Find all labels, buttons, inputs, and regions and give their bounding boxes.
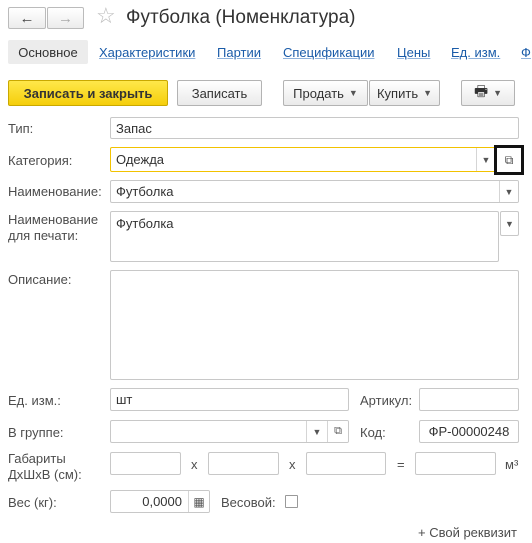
group-field[interactable]: ▼ ⧉ [110, 420, 349, 443]
weight-value: 0,0000 [142, 494, 182, 509]
window-title: Футболка (Номенклатура) [126, 7, 356, 28]
type-label: Тип: [8, 121, 34, 136]
open-form-icon: ⧉ [504, 152, 514, 167]
length-field[interactable] [110, 452, 181, 475]
dimensions-label: Габариты ДхШхВ (см): [8, 451, 82, 483]
category-label: Категория: [8, 153, 73, 168]
description-label: Описание: [8, 272, 72, 287]
buy-dropdown-caret-icon: ▼ [423, 88, 433, 98]
article-field[interactable] [419, 388, 519, 411]
sell-button[interactable]: Продать ▼ [283, 80, 368, 106]
article-label: Артикул: [360, 393, 413, 408]
tab-batches[interactable]: Партии [217, 45, 261, 60]
tab-specifications[interactable]: Спецификации [283, 45, 375, 60]
print-name-dropdown-button[interactable]: ▼ [500, 211, 519, 236]
unit-label: Ед. изм.: [8, 393, 61, 408]
code-field[interactable]: ФР-00000248 [419, 420, 519, 443]
back-arrow-icon: ← [19, 9, 35, 27]
print-name-dropdown-icon: ▼ [505, 218, 514, 229]
category-field[interactable]: Одежда ▼ [110, 147, 496, 172]
height-field[interactable] [306, 452, 386, 475]
back-button[interactable]: ← [8, 7, 46, 29]
print-name-label-line2: для печати: [8, 228, 79, 243]
name-label: Наименование: [8, 184, 102, 199]
tab-main[interactable]: Основное [8, 40, 88, 64]
volume-equals: = [397, 457, 405, 472]
group-open-icon[interactable]: ⧉ [327, 421, 348, 442]
weight-label: Вес (кг): [8, 495, 57, 510]
tab-characteristics[interactable]: Характеристики [99, 45, 195, 60]
dimensions-label-line1: Габариты [8, 451, 66, 466]
print-dropdown-caret-icon: ▼ [493, 88, 503, 98]
print-name-label-line1: Наименование [8, 212, 99, 227]
add-attribute-link[interactable]: + Свой реквизит [418, 525, 517, 540]
volume-unit: м³ [505, 457, 519, 472]
buy-label: Купить [376, 85, 419, 101]
group-label: В группе: [8, 425, 64, 440]
tab-units[interactable]: Ед. изм. [451, 45, 500, 60]
print-name-value: Футболка [116, 216, 174, 231]
category-dropdown-icon[interactable]: ▼ [476, 148, 495, 171]
category-value: Одежда [116, 152, 165, 167]
sell-dropdown-caret-icon: ▼ [348, 88, 358, 98]
forward-button[interactable]: → [47, 7, 84, 29]
tab-prices[interactable]: Цены [397, 45, 430, 60]
name-field[interactable]: Футболка ▼ [110, 180, 519, 203]
width-field[interactable] [208, 452, 279, 475]
weighted-checkbox[interactable] [285, 495, 298, 508]
print-name-field[interactable]: Футболка [110, 211, 499, 262]
length-width-separator: x [191, 457, 198, 472]
calculator-icon[interactable]: ▦ [188, 491, 209, 512]
name-value: Футболка [116, 184, 174, 199]
weighted-label: Весовой: [221, 495, 276, 510]
dimensions-label-line2: ДхШхВ (см): [8, 467, 82, 482]
forward-arrow-icon: → [58, 9, 73, 27]
code-label: Код: [360, 425, 386, 440]
buy-button[interactable]: Купить ▼ [369, 80, 440, 106]
description-field[interactable] [110, 270, 519, 380]
favorite-star-icon[interactable]: ☆ [96, 5, 116, 27]
category-open-button[interactable]: ⧉ [494, 145, 524, 175]
sell-label: Продать [293, 85, 344, 101]
group-dropdown-icon[interactable]: ▼ [306, 421, 327, 442]
print-name-label: Наименование для печати: [8, 212, 98, 244]
tab-more[interactable]: Ф [521, 45, 532, 60]
volume-field[interactable] [415, 452, 496, 475]
unit-field[interactable]: шт [110, 388, 349, 411]
save-and-close-button[interactable]: Записать и закрыть [8, 80, 168, 106]
name-dropdown-icon[interactable]: ▼ [499, 181, 518, 202]
weight-field[interactable]: 0,0000 ▦ [110, 490, 210, 513]
save-button[interactable]: Записать [177, 80, 262, 106]
type-field[interactable]: Запас [110, 117, 519, 139]
printer-icon: 🖶 [473, 82, 489, 100]
width-height-separator: x [289, 457, 296, 472]
print-button[interactable]: 🖶 ▼ [461, 80, 515, 106]
